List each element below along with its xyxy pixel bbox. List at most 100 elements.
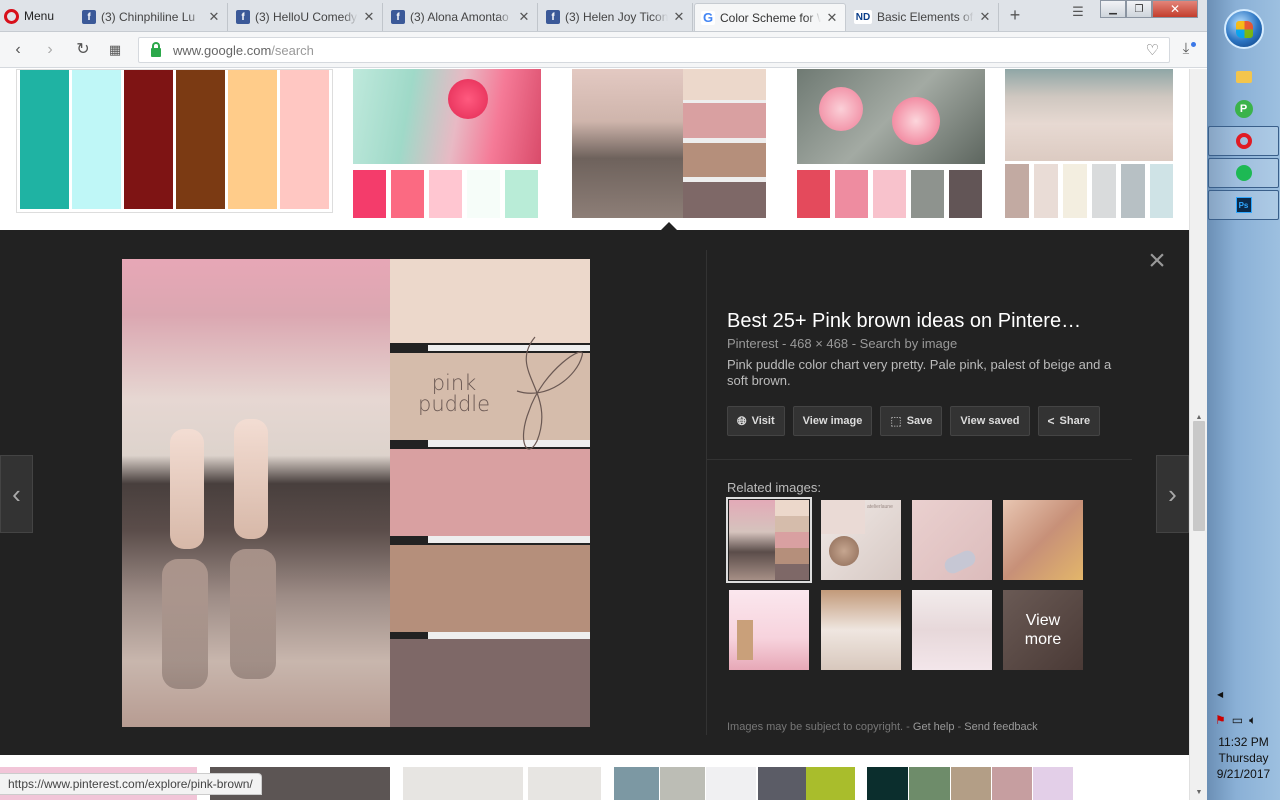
tab-color-scheme[interactable]: G Color Scheme for W ✕ bbox=[694, 3, 846, 31]
result-title[interactable]: Best 25+ Pink brown ideas on Pintere… bbox=[727, 310, 1081, 333]
result-thumbnail-swatch[interactable] bbox=[867, 767, 908, 800]
result-thumbnail-swatch[interactable] bbox=[403, 767, 523, 800]
volume-icon[interactable]: 🔈︎ bbox=[1249, 713, 1256, 728]
tab-title: (3) HelloU Comedy bbox=[255, 10, 358, 24]
image-viewer-panel: pink puddle × ‹ › Best 25+ Pink brown id… bbox=[0, 222, 1189, 755]
button-label: Save bbox=[906, 415, 933, 427]
opera-menu-button[interactable]: Menu bbox=[4, 6, 54, 26]
save-button[interactable]: ⬚ Save bbox=[880, 406, 943, 436]
close-window-button[interactable]: ✕ bbox=[1152, 0, 1198, 18]
result-thumbnail-swatch[interactable] bbox=[951, 767, 991, 800]
related-image[interactable] bbox=[912, 590, 992, 670]
button-label: Share bbox=[1059, 415, 1091, 427]
app-green-icon[interactable]: P bbox=[1208, 94, 1279, 124]
result-thumbnail-swatch[interactable] bbox=[806, 767, 855, 800]
palette-gap bbox=[428, 536, 590, 543]
tab-close-icon[interactable]: ✕ bbox=[362, 9, 376, 25]
result-thumbnail-swatch[interactable] bbox=[992, 767, 1032, 800]
color-swatch bbox=[467, 170, 500, 218]
close-viewer-icon[interactable]: × bbox=[1145, 246, 1169, 276]
opera-taskbar-icon[interactable] bbox=[1208, 126, 1279, 156]
related-images-label: Related images: bbox=[727, 480, 821, 495]
result-source[interactable]: Pinterest bbox=[727, 336, 778, 351]
preview-image[interactable]: pink puddle bbox=[122, 259, 590, 727]
palette-swatch bbox=[683, 103, 766, 138]
share-button[interactable]: < Share bbox=[1037, 406, 1101, 436]
google-images-page: pink puddle × ‹ › Best 25+ Pink brown id… bbox=[0, 69, 1189, 800]
thumb-swatch bbox=[775, 564, 809, 580]
display-icon[interactable]: ▭ bbox=[1232, 713, 1243, 728]
result-thumbnail-swatch[interactable] bbox=[706, 767, 756, 800]
reload-icon[interactable]: ↻ bbox=[73, 40, 93, 60]
result-thumbnail-swatch[interactable] bbox=[614, 767, 659, 800]
tab-close-icon[interactable]: ✕ bbox=[825, 10, 839, 26]
bookmark-heart-icon[interactable]: ♡ bbox=[1146, 41, 1159, 59]
network-error-icon[interactable]: ⚑ bbox=[1215, 713, 1226, 728]
tab-close-icon[interactable]: ✕ bbox=[207, 9, 221, 25]
forward-button[interactable]: › bbox=[40, 40, 60, 60]
palette-swatch bbox=[683, 69, 766, 100]
related-image[interactable] bbox=[729, 590, 809, 670]
result-thumbnail-swatch[interactable] bbox=[1033, 767, 1073, 800]
tab-chinphiline[interactable]: f (3) Chinphiline Lu ✕ bbox=[76, 3, 228, 31]
tab-alona[interactable]: f (3) Alona Amontao ✕ bbox=[385, 3, 538, 31]
tab-hellou[interactable]: f (3) HelloU Comedy ✕ bbox=[230, 3, 383, 31]
view-more-button[interactable]: View more bbox=[1003, 590, 1083, 670]
share-icon: < bbox=[1047, 414, 1055, 428]
result-thumbnail[interactable] bbox=[16, 69, 333, 213]
result-thumbnail-swatch[interactable] bbox=[528, 767, 601, 800]
next-image-button[interactable]: › bbox=[1156, 455, 1189, 533]
scroll-down-arrow[interactable]: ▼ bbox=[1194, 789, 1204, 796]
related-image[interactable] bbox=[821, 590, 901, 670]
speed-dial-icon[interactable]: ▦ bbox=[105, 40, 125, 60]
color-swatch bbox=[1063, 164, 1087, 218]
result-thumbnail[interactable] bbox=[1005, 69, 1173, 218]
page-scrollbar[interactable]: ▲ ▼ bbox=[1189, 69, 1207, 800]
send-feedback-link[interactable]: Send feedback bbox=[964, 721, 1037, 733]
related-image[interactable]: atelierlaune bbox=[821, 500, 901, 580]
meta-separator: - bbox=[781, 336, 790, 351]
opera-logo-icon bbox=[4, 8, 19, 24]
tab-close-icon[interactable]: ✕ bbox=[517, 9, 531, 25]
related-image[interactable] bbox=[912, 500, 992, 580]
minimize-button[interactable]: ▁ bbox=[1100, 0, 1126, 18]
related-image[interactable] bbox=[1003, 500, 1083, 580]
scroll-up-arrow[interactable]: ▲ bbox=[1194, 414, 1204, 421]
result-thumbnail-swatch[interactable] bbox=[758, 767, 806, 800]
palette-swatch bbox=[683, 182, 766, 218]
tab-close-icon[interactable]: ✕ bbox=[672, 9, 686, 25]
back-button[interactable]: ‹ bbox=[8, 40, 28, 60]
download-icon[interactable]: ⤓ bbox=[1176, 40, 1196, 60]
visit-button[interactable]: 🌐︎ Visit bbox=[727, 406, 785, 436]
palette-swatch bbox=[683, 143, 766, 177]
folder-icon[interactable] bbox=[1208, 62, 1279, 92]
tab-basic-elements[interactable]: ND Basic Elements of C ✕ bbox=[848, 3, 999, 31]
start-button[interactable] bbox=[1224, 9, 1264, 49]
tab-title: (3) Chinphiline Lu bbox=[101, 10, 196, 24]
search-by-image-link[interactable]: Search by image bbox=[860, 336, 958, 351]
system-clock[interactable]: 11:32 PM Thursday 9/21/2017 bbox=[1207, 734, 1280, 782]
spotify-icon[interactable] bbox=[1208, 158, 1279, 188]
result-thumbnail[interactable] bbox=[353, 69, 541, 218]
new-tab-button[interactable]: + bbox=[1006, 6, 1024, 24]
status-bar-url: https://www.pinterest.com/explore/pink-b… bbox=[0, 773, 262, 795]
related-image[interactable] bbox=[726, 497, 812, 583]
prev-image-button[interactable]: ‹ bbox=[0, 455, 33, 533]
tray-expand-icon[interactable]: ◀ bbox=[1217, 690, 1223, 699]
result-thumbnail[interactable] bbox=[797, 69, 985, 218]
scrollbar-thumb[interactable] bbox=[1193, 421, 1205, 531]
tab-menu-icon[interactable]: ☰ bbox=[1066, 4, 1090, 22]
result-thumbnail-swatch[interactable] bbox=[660, 767, 705, 800]
url-field[interactable]: www.google.com /search ♡ bbox=[138, 37, 1170, 63]
photoshop-icon[interactable]: Ps bbox=[1208, 190, 1279, 220]
get-help-link[interactable]: Get help bbox=[913, 721, 955, 733]
view-saved-button[interactable]: View saved bbox=[950, 406, 1030, 436]
result-thumbnail-selected[interactable] bbox=[572, 69, 766, 218]
tab-close-icon[interactable]: ✕ bbox=[978, 9, 992, 25]
result-thumbnail-swatch[interactable] bbox=[909, 767, 950, 800]
view-image-button[interactable]: View image bbox=[792, 406, 873, 436]
maximize-button[interactable]: ❐ bbox=[1126, 0, 1152, 18]
tab-helen[interactable]: f (3) Helen Joy Ticon ✕ bbox=[540, 3, 693, 31]
clock-day: Thursday bbox=[1218, 751, 1269, 765]
system-tray: ⚑ ▭ 🔈︎ bbox=[1215, 713, 1256, 728]
